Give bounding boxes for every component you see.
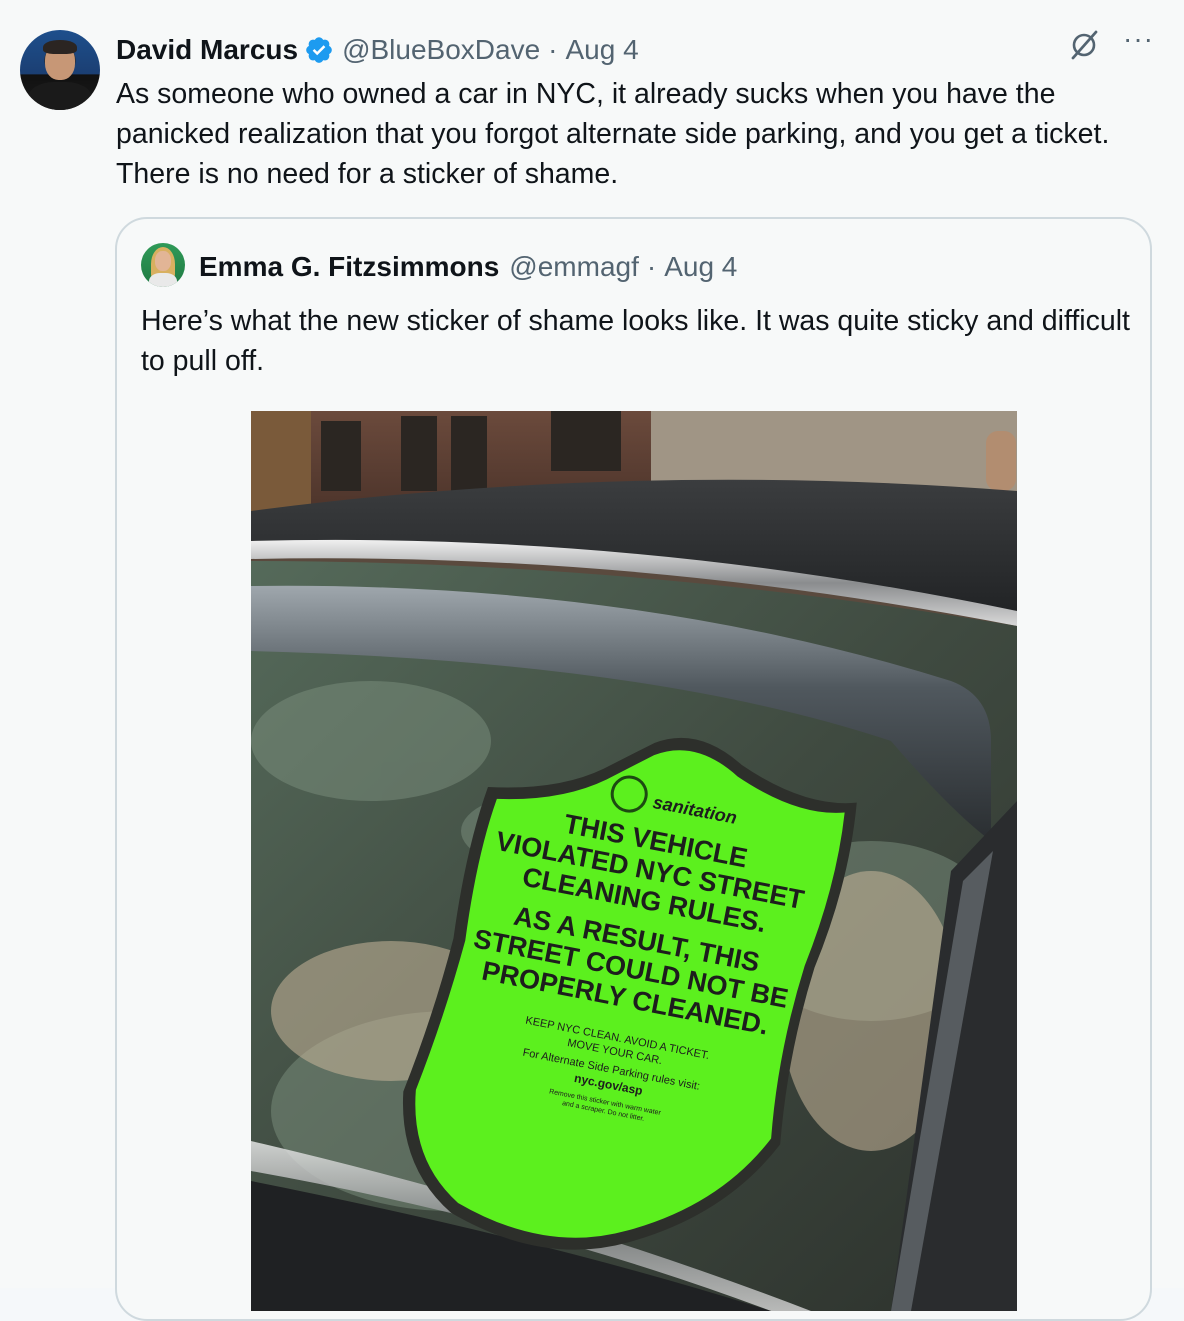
tweet-text: As someone who owned a car in NYC, it al… <box>116 78 1110 190</box>
quoted-tweet[interactable]: Emma G. Fitzsimmons @emmagf · Aug 4 Here… <box>115 217 1152 1321</box>
tweet-date[interactable]: Aug 4 <box>565 34 638 66</box>
quote-author-handle[interactable]: @emmagf <box>509 251 639 283</box>
quote-photo[interactable]: sanitation THIS VEHICLE VIOLATED NYC STR… <box>251 411 1017 1311</box>
verified-badge-icon[interactable] <box>304 35 334 65</box>
quote-separator-dot: · <box>646 251 657 282</box>
author-name[interactable]: David Marcus <box>116 34 298 66</box>
tweet-actions: ··· <box>1067 25 1154 62</box>
car-window-photo: sanitation THIS VEHICLE VIOLATED NYC STR… <box>251 411 1017 1311</box>
separator-dot: · <box>548 34 558 65</box>
quote-author-name[interactable]: Emma G. Fitzsimmons <box>199 251 499 283</box>
author-handle[interactable]: @BlueBoxDave <box>342 34 540 66</box>
quote-text: Here’s what the new sticker of shame loo… <box>141 305 1130 377</box>
grok-icon[interactable] <box>1067 28 1101 62</box>
quote-header: Emma G. Fitzsimmons @emmagf · Aug 4 <box>199 247 737 287</box>
tweet-card[interactable]: David Marcus @BlueBoxDave · Aug 4 ··· As… <box>0 0 1184 1321</box>
quote-author-avatar[interactable] <box>141 243 185 287</box>
more-icon[interactable]: ··· <box>1123 25 1154 53</box>
quote-date[interactable]: Aug 4 <box>664 251 737 283</box>
tweet-header: David Marcus @BlueBoxDave · Aug 4 <box>116 30 639 70</box>
author-avatar[interactable] <box>20 30 100 110</box>
